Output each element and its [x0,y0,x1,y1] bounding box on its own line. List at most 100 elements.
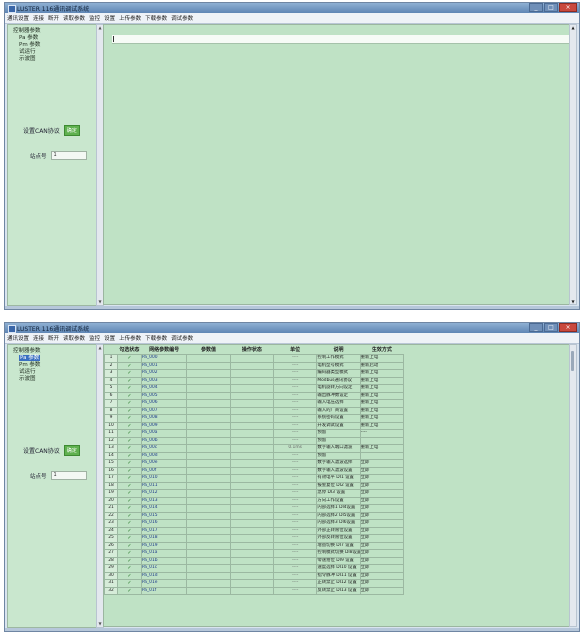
row-value[interactable] [186,391,231,400]
close-icon[interactable]: × [559,3,577,12]
col-header-value[interactable]: 参数值 [187,345,230,355]
row-value[interactable] [186,444,231,453]
row-value[interactable] [186,541,231,550]
minimize-icon[interactable]: _ [529,323,543,332]
col-header-unit[interactable]: 单位 [273,345,316,355]
can-protocol-button[interactable]: 确定 [63,125,80,136]
table-row[interactable]: 21 ✓ Pa_014 ---- 内部选择1 DI4设置 立即 [104,504,405,513]
row-value[interactable] [186,534,231,543]
station-input[interactable]: 1 [50,151,87,160]
row-value[interactable] [186,399,231,408]
row-checkbox[interactable]: ✓ [117,579,142,588]
row-value[interactable] [186,466,231,475]
tree-item-pm[interactable]: Pm 参数 [19,42,41,49]
tree-item-pa[interactable]: Pa 参数 [19,355,41,362]
scroll-down-icon[interactable]: ▼ [570,299,576,304]
menu-read-params[interactable]: 读取参数 [63,14,85,22]
table-row[interactable]: 23 ✓ Pa_016 ---- 内部选择3 DI6设置 立即 [104,519,405,528]
table-row[interactable]: 32 ✓ Pa_01f ---- 反转禁止 DI13 设置 立即 [104,586,405,595]
menu-settings[interactable]: 设置 [104,14,115,22]
row-checkbox[interactable]: ✓ [117,406,142,415]
tree-item-trial-run[interactable]: 试运行 [19,49,41,56]
table-row[interactable]: 15 ✓ Pa_00e ---- 数字输入滤波选择 立即 [104,459,405,468]
row-checkbox[interactable]: ✓ [117,496,142,505]
scroll-up-icon[interactable]: ▲ [570,25,576,30]
tree-item-trial-run[interactable]: 试运行 [19,369,41,376]
col-header-checked[interactable]: 勾选状态 [118,345,142,355]
row-value[interactable] [186,474,231,483]
main-content-area[interactable] [103,24,570,305]
row-value[interactable] [186,429,231,438]
row-checkbox[interactable]: ✓ [117,466,142,475]
row-checkbox[interactable]: ✓ [117,474,142,483]
row-value[interactable] [186,406,231,415]
col-header-desc[interactable]: 说明 [317,345,360,355]
menu-monitor[interactable]: 监控 [89,14,100,22]
row-checkbox[interactable]: ✓ [117,511,142,520]
row-value[interactable] [186,526,231,535]
row-checkbox[interactable]: ✓ [117,399,142,408]
table-row[interactable]: 30 ✓ Pa_01d ---- 指令脉冲 DI11 设置 立即 [104,571,405,580]
station-input[interactable]: 1 [50,471,87,480]
row-checkbox[interactable]: ✓ [117,361,142,370]
row-value[interactable] [186,481,231,490]
table-row[interactable]: 5 ✓ Pa_004 ---- 电机旋转方向设定 重新上电 [104,384,405,393]
row-checkbox[interactable]: ✓ [117,459,142,468]
menu-download-params[interactable]: 下载参数 [145,334,167,342]
table-row[interactable]: 17 ✓ Pa_010 ---- 有效电平 DI1 设置 立即 [104,474,405,483]
table-row[interactable]: 7 ✓ Pa_006 ---- 输入电压选择 重新上电 [104,399,405,408]
row-value[interactable] [186,519,231,528]
table-row[interactable]: 4 ✓ Pa_003 ---- Modbus通讯协议 重新上电 [104,376,405,385]
table-row[interactable]: 3 ✓ Pa_002 ---- 编码器类型模式 重新上电 [104,369,405,378]
menu-disconnect[interactable]: 断开 [48,14,59,22]
table-row[interactable]: 14 ✓ Pa_00d ---- 预留 [104,451,405,460]
row-checkbox[interactable]: ✓ [117,421,142,430]
row-value[interactable] [186,586,231,595]
content-scrollbar[interactable]: ▲ ▼ [569,24,577,305]
row-checkbox[interactable]: ✓ [117,369,142,378]
table-row[interactable]: 2 ✓ Pa_001 ---- 电机型号模式 重新启动 [104,361,405,370]
row-checkbox[interactable]: ✓ [117,526,142,535]
table-row[interactable]: 12 ✓ Pa_00b ---- 预留 [104,436,405,445]
row-checkbox[interactable]: ✓ [117,571,142,580]
row-checkbox[interactable]: ✓ [117,564,142,573]
col-header-address[interactable]: 网络参数编号 [141,345,187,355]
menu-debug-params[interactable]: 调试参数 [171,14,193,22]
menu-connect[interactable]: 连接 [33,14,44,22]
menu-comm-settings[interactable]: 通讯设置 [7,14,29,22]
table-row[interactable]: 29 ✓ Pa_01c ---- 速度选择 DI10 设置 立即 [104,564,405,573]
table-row[interactable]: 26 ✓ Pa_019 ---- 增益切换 DI7 设置 立即 [104,541,405,550]
tree-item-pa[interactable]: Pa 参数 [19,35,41,42]
row-checkbox[interactable]: ✓ [117,504,142,513]
tree-root[interactable]: 控制器参数 [13,28,41,35]
row-value[interactable] [186,421,231,430]
row-value[interactable] [186,459,231,468]
title-bar[interactable]: LUSTER 116通讯调试系统 _ □ × [5,3,579,13]
col-header-effect[interactable]: 生效方式 [360,345,403,355]
row-value[interactable] [186,564,231,573]
row-value[interactable] [186,489,231,498]
row-value[interactable] [186,451,231,460]
row-checkbox[interactable]: ✓ [117,429,142,438]
edit-line[interactable] [112,35,569,44]
table-row[interactable]: 9 ✓ Pa_008 ---- 系统密码设置 重新上电 [104,414,405,423]
row-value[interactable] [186,496,231,505]
row-checkbox[interactable]: ✓ [117,376,142,385]
tree-item-pm[interactable]: Pm 参数 [19,362,41,369]
menu-disconnect[interactable]: 断开 [48,334,59,342]
table-row[interactable]: 27 ✓ Pa_01a ---- 控制模式切换 DI8设置 立即 [104,549,405,558]
row-value[interactable] [186,579,231,588]
row-value[interactable] [186,376,231,385]
table-row[interactable]: 22 ✓ Pa_015 ---- 内部选择2 DI5设置 立即 [104,511,405,520]
table-row[interactable]: 13 ✓ Pa_00c 0.1ms 数字输入端口滤波 重新上电 [104,444,405,453]
row-value[interactable] [186,549,231,558]
tree-item-oscilloscope[interactable]: 示波图 [19,376,41,383]
row-checkbox[interactable]: ✓ [117,556,142,565]
col-header-status[interactable]: 操作状态 [230,345,273,355]
row-checkbox[interactable]: ✓ [117,534,142,543]
row-checkbox[interactable]: ✓ [117,451,142,460]
tree-root[interactable]: 控制器参数 [13,348,41,355]
menu-download-params[interactable]: 下载参数 [145,14,167,22]
row-checkbox[interactable]: ✓ [117,384,142,393]
table-row[interactable]: 16 ✓ Pa_00f ---- 数字输入滤波设置 立即 [104,466,405,475]
